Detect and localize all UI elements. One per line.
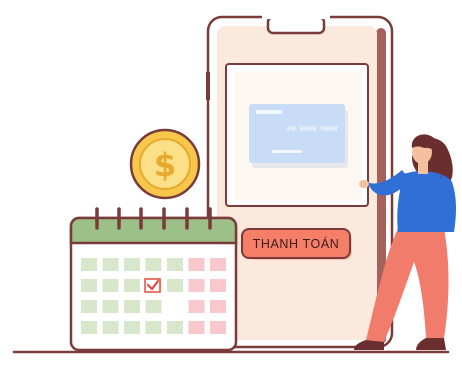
calendar-weekend-cell xyxy=(210,258,226,271)
calendar-day-cell xyxy=(81,258,97,271)
calendar-weekend-cell xyxy=(210,300,226,313)
calendar-weekend-cell xyxy=(188,300,205,313)
svg-text:$: $ xyxy=(154,146,176,184)
calendar-day-cell xyxy=(124,321,140,334)
calendar-day-cell xyxy=(145,258,162,271)
shoe-right xyxy=(416,338,446,350)
phone-notch xyxy=(266,15,326,35)
checkmark-icon xyxy=(144,278,161,293)
hand xyxy=(359,180,369,188)
calendar-weekend-cell xyxy=(210,279,226,292)
calendar-weekend-cell xyxy=(188,279,205,292)
pay-button-label: THANH TOÁN xyxy=(253,236,340,251)
dollar-coin-icon: $ xyxy=(129,128,201,200)
calendar-day-cell xyxy=(102,279,119,292)
calendar-day-cell xyxy=(145,321,162,334)
calendar-icon xyxy=(69,207,238,352)
calendar-day-cell xyxy=(167,258,183,271)
calendar-day-cell xyxy=(124,258,140,271)
calendar-day-cell xyxy=(167,321,183,334)
calendar-day-cell xyxy=(145,300,162,313)
calendar-day-cell xyxy=(102,321,119,334)
calendar-day-cell xyxy=(81,321,97,334)
calendar-weekend-cell xyxy=(188,258,205,271)
credit-card-icon: 00 0000 0000 xyxy=(249,104,348,168)
card-number: 00 0000 0000 xyxy=(287,126,337,134)
calendar-day-cell xyxy=(124,279,140,292)
calendar-day-cell xyxy=(102,258,119,271)
calendar-weekend-cell xyxy=(210,321,226,334)
payment-illustration: 00 0000 0000 THANH TOÁN $ xyxy=(12,15,456,354)
pay-button[interactable]: THANH TOÁN xyxy=(241,228,352,260)
calendar-day-cell xyxy=(81,300,97,313)
calendar-day-cell xyxy=(102,300,119,313)
calendar-day-cell xyxy=(124,300,140,313)
calendar-day-cell xyxy=(167,279,183,292)
calendar-weekend-cell xyxy=(188,321,205,334)
calendar-day-cell xyxy=(81,279,97,292)
